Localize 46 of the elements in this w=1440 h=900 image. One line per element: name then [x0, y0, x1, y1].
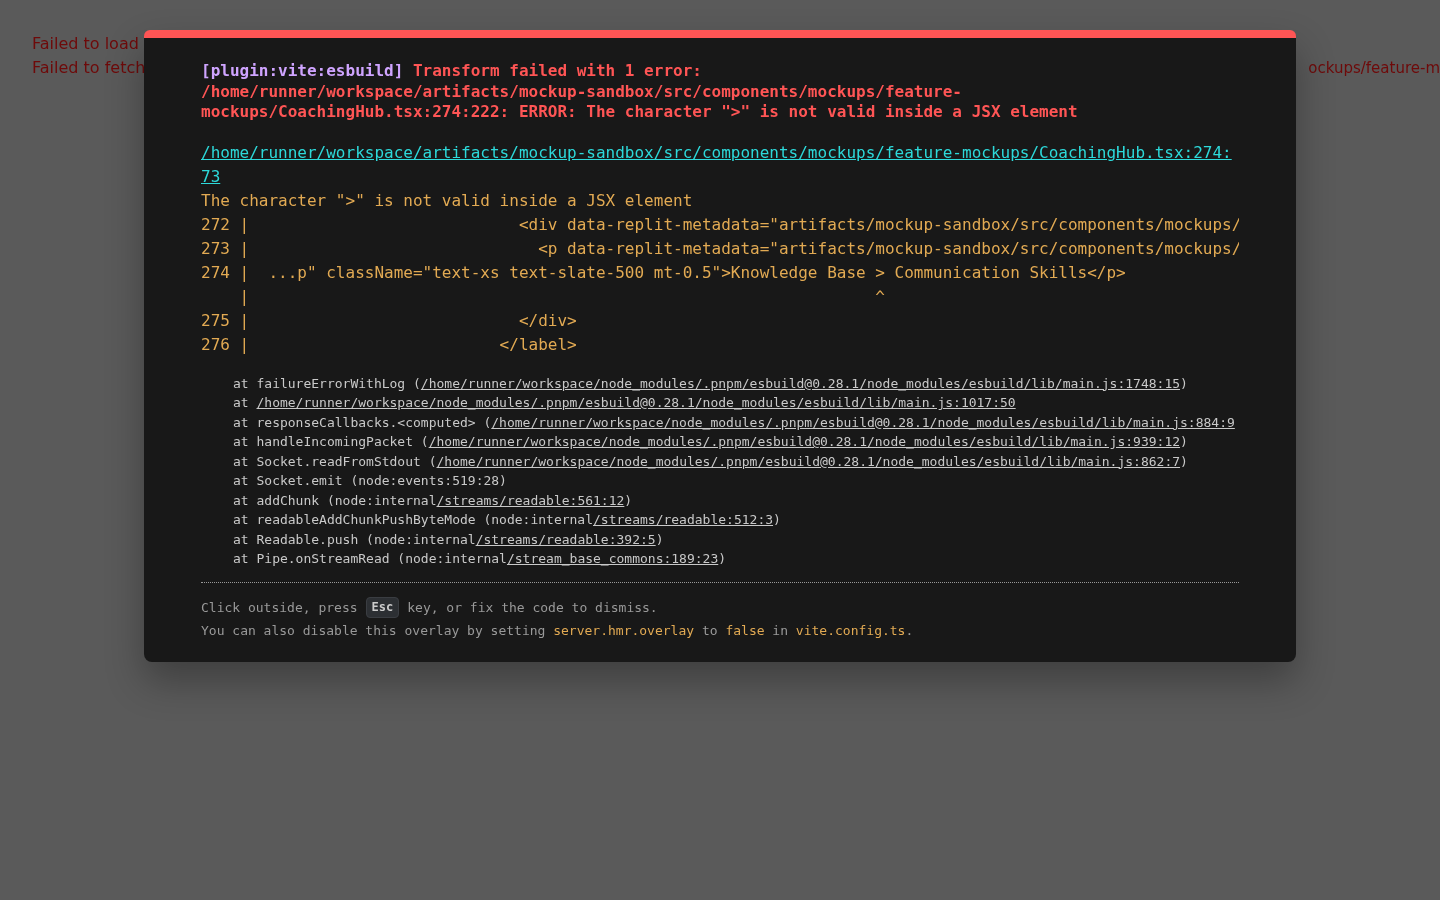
stack-text: at: [233, 395, 250, 410]
stack-link[interactable]: /home/runner/workspace/node_modules/.pnpm/esbuild@0.28.1/node_modules/esbuild/lib/main.js:1017:50: [256, 395, 1016, 410]
stack-link[interactable]: /stream_base_commons:189:23: [506, 551, 719, 566]
stack-link[interactable]: /home/runner/workspace/node_modules/.pnpm/esbuild@0.28.1/node_modules/esbuild/lib/main.js:862:7: [436, 453, 1181, 469]
stack-text: at responseCallbacks.<computed> (: [233, 414, 492, 430]
stack-text: at failureErrorWithLog (: [233, 375, 421, 391]
stack-text: at addChunk (node:internal: [233, 492, 437, 508]
tip-text: .: [905, 622, 914, 638]
stack-link[interactable]: /home/runner/workspace/node_modules/.pnpm/esbuild@0.28.1/node_modules/esbuild/lib/main.js:884:9: [491, 414, 1235, 430]
stack-text: at readableAddChunkPushByteMode (node:internal: [233, 512, 594, 527]
tip-text: key, or fix the code to dismiss.: [407, 598, 658, 617]
stack-text: at Pipe.onStreamRead (node:internal: [233, 551, 507, 566]
stack-link[interactable]: /streams/readable:392:5: [475, 531, 656, 547]
file-link[interactable]: /home/runner/workspace/artifacts/mockup-sandbox/src/components/mockups/feature-mockups/CoachingHub.tsx:274:73: [201, 140, 1239, 189]
stack-text: at handleIncomingPacket (: [233, 434, 429, 449]
stack-text: ): [1180, 453, 1188, 469]
esc-key: Esc: [365, 596, 400, 618]
error-message: Failed to load: [32, 33, 139, 55]
stack-text: ): [773, 512, 781, 527]
code-line: The character ">" is not valid inside a JSX element: [201, 189, 694, 212]
stack-text: ): [718, 551, 727, 566]
code-line: 275 | </div>: [201, 309, 578, 332]
stack-text: at Readable.push (node:internal: [233, 531, 476, 547]
stack-link[interactable]: /home/runner/workspace/node_modules/.pnpm/esbuild@0.28.1/node_modules/esbuild/lib/main.js:1748:15: [420, 375, 1181, 391]
stack-text: at Socket.readFromStdout (: [233, 453, 437, 469]
tip-text: in: [771, 622, 790, 638]
tip-text: You can also disable this overlay by setting: [201, 622, 547, 638]
stack-link[interactable]: /streams/readable:561:12: [436, 492, 625, 508]
config-code: vite.config.ts: [795, 622, 906, 638]
stack-text: ): [1180, 434, 1188, 449]
stack-link[interactable]: /streams/readable:512:3: [593, 512, 774, 527]
error-message: [plugin:vite:esbuild] Transform failed with 1 error: /home/runner/workspace/artifacts/mockup-sandbox/src/components/mockups/feature-mockups/CoachingHub.tsx:274:222: ERROR: The character ">" is not valid inside a JSX element: [201, 61, 1079, 123]
stack-link[interactable]: /home/runner/workspace/node_modules/.pnpm/esbuild@0.28.1/node_modules/esbuild/lib/main.js:939:12: [428, 434, 1181, 449]
stack-text: ): [624, 492, 633, 508]
config-code: server.hmr.overlay: [553, 622, 695, 638]
config-code: false: [725, 622, 765, 638]
tip-text: Click outside, press: [201, 598, 358, 617]
stack-text: ): [655, 531, 664, 547]
code-line: | ^: [238, 285, 886, 308]
stack-text: at Socket.emit (node:events:519:28): [233, 473, 507, 488]
stack-text: ): [1180, 375, 1188, 391]
tip-text: to: [700, 622, 719, 638]
code-line: 274 | ...p" className="text-xs text-slate-500 mt-0.5">Knowledge Base > Communication Skills</p>: [201, 261, 1127, 284]
error-message: Failed to fetch: [32, 57, 146, 79]
error-message: ockups/feature-m: [1308, 58, 1440, 79]
code-line: 276 | </label>: [201, 333, 578, 356]
